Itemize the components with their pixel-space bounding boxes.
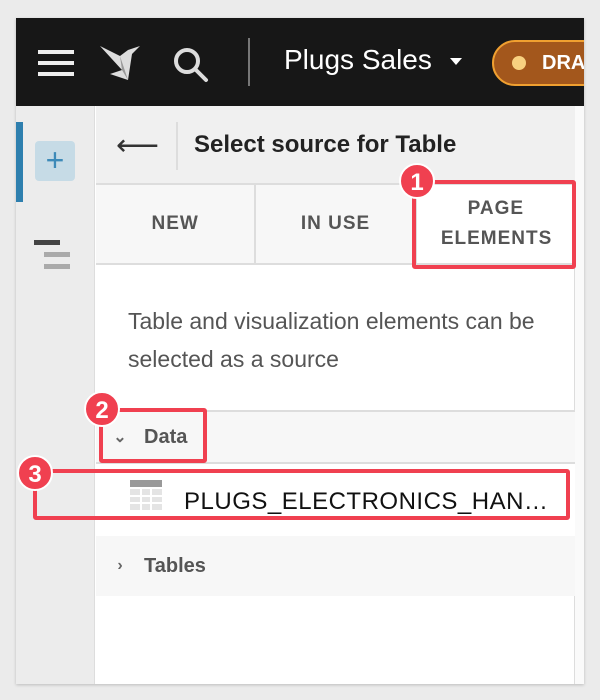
tab-in-use[interactable]: IN USE — [256, 185, 417, 263]
workbook-title[interactable]: Plugs Sales — [284, 44, 432, 76]
section-tables[interactable]: › Tables — [96, 536, 575, 596]
top-bar: Plugs Sales DRAFT — [16, 18, 584, 106]
annotation-badge-3: 3 — [17, 455, 53, 491]
app-window: Plugs Sales DRAFT + ⟵ Select source for … — [16, 18, 584, 684]
status-dot-icon — [512, 56, 526, 70]
menu-icon[interactable] — [38, 50, 74, 76]
left-rail: + — [16, 106, 95, 684]
panel-header: ⟵ Select source for Table — [96, 106, 575, 185]
section-label: Tables — [144, 554, 206, 577]
search-icon[interactable] — [172, 46, 212, 86]
divider — [176, 122, 178, 170]
annotation-box-1 — [412, 180, 576, 269]
active-indicator — [16, 122, 23, 202]
back-arrow-icon[interactable]: ⟵ — [116, 128, 159, 163]
draft-badge[interactable]: DRAFT — [492, 40, 584, 86]
logo-icon — [100, 46, 140, 80]
description: Table and visualization elements can be … — [128, 308, 535, 372]
panel-title: Select source for Table — [194, 131, 457, 158]
right-edge — [575, 106, 584, 684]
annotation-box-3 — [33, 469, 570, 520]
chevron-right-icon: › — [117, 557, 123, 574]
caret-down-icon[interactable] — [450, 58, 462, 65]
annotation-badge-2: 2 — [84, 391, 120, 427]
draft-label: DRAFT — [542, 52, 584, 74]
add-element-button[interactable]: + — [35, 141, 75, 181]
outline-icon[interactable] — [34, 240, 78, 274]
tab-new[interactable]: NEW — [96, 185, 257, 263]
divider — [248, 38, 250, 86]
annotation-badge-1: 1 — [399, 163, 435, 199]
